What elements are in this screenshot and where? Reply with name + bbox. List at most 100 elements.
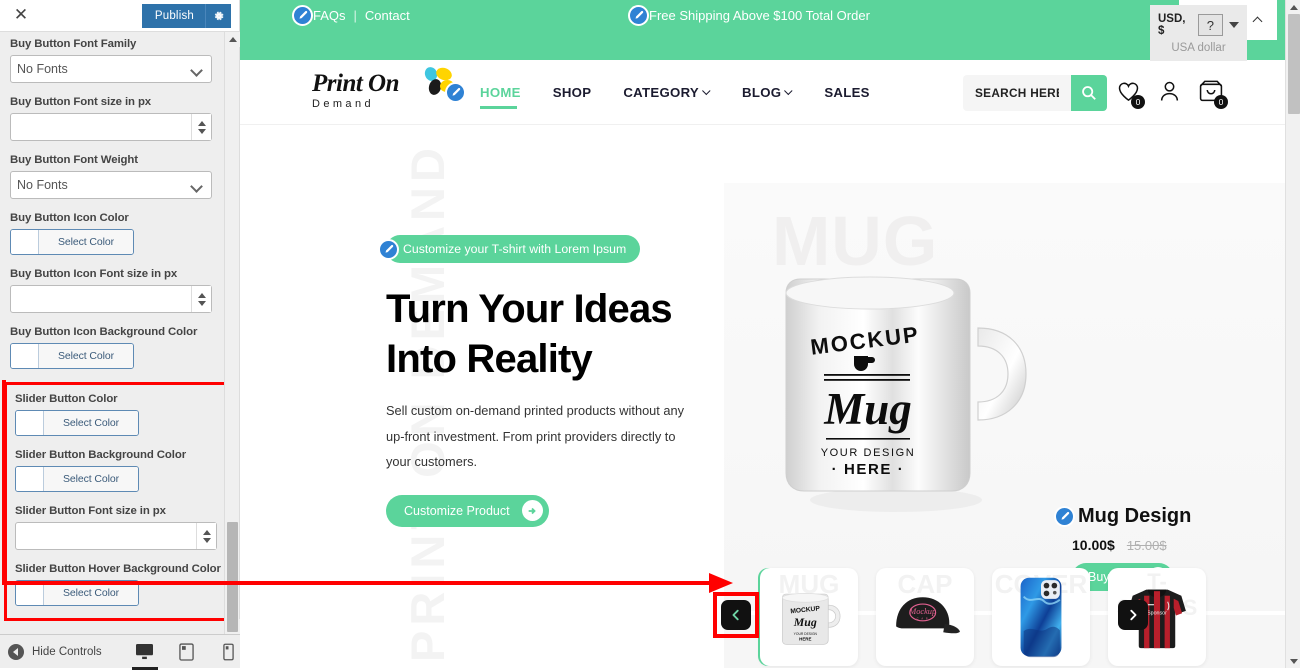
stepper-down-icon[interactable]: [197, 300, 206, 306]
publish-button[interactable]: Publish: [141, 3, 205, 28]
thumbnail-cap[interactable]: CAP Mockup C A P: [876, 568, 974, 666]
scroll-up-arrow-icon[interactable]: [225, 32, 240, 47]
gear-icon[interactable]: [205, 3, 231, 28]
collapse-arrow-icon: [8, 643, 24, 660]
control-buy-button-icon-color: Buy Button Icon Color Select Color: [10, 212, 229, 255]
search-icon[interactable]: [1071, 75, 1107, 111]
customizer-scrollbar[interactable]: [224, 32, 240, 634]
slider-button-color-picker[interactable]: Select Color: [15, 410, 139, 436]
nav-label: CATEGORY: [623, 85, 700, 100]
number-stepper[interactable]: [196, 523, 216, 549]
cart-icon[interactable]: 0: [1199, 80, 1228, 109]
number-stepper[interactable]: [191, 286, 211, 312]
buy-button-icon-color-picker[interactable]: Select Color: [10, 229, 134, 255]
search-input[interactable]: [963, 75, 1071, 111]
stepper-up-icon[interactable]: [197, 120, 206, 126]
scrollbar-thumb[interactable]: [227, 522, 238, 632]
svg-text:Mockup: Mockup: [908, 607, 936, 616]
control-slider-button-hover-background-color: Slider Button Hover Background Color Sel…: [15, 563, 224, 606]
svg-text:YOUR DESIGN: YOUR DESIGN: [794, 632, 818, 636]
contact-link[interactable]: Contact: [365, 8, 410, 23]
slider-prev-button[interactable]: [721, 600, 751, 630]
slider-button-hover-bg-color-picker[interactable]: Select Color: [15, 580, 139, 606]
nav-item-home[interactable]: HOME: [480, 85, 521, 109]
wishlist-icon[interactable]: 0: [1117, 81, 1145, 109]
thumbnail-mug[interactable]: MUG MOCKUP Mug YOUR DESIGN HERE: [760, 568, 858, 666]
stepper-up-icon[interactable]: [202, 529, 211, 535]
nav-item-shop[interactable]: SHOP: [553, 85, 592, 109]
control-label: Slider Button Color: [15, 393, 118, 405]
close-icon[interactable]: ✕: [10, 7, 32, 24]
edit-pencil-icon[interactable]: [445, 82, 466, 103]
nav-item-category[interactable]: CATEGORY: [623, 85, 711, 109]
chevron-down-icon[interactable]: [1229, 22, 1239, 28]
buy-button-font-size-input[interactable]: [10, 113, 212, 141]
hide-controls-button[interactable]: Hide Controls: [8, 643, 102, 660]
nav-label: SALES: [824, 85, 870, 100]
color-swatch: [16, 411, 44, 435]
nav-label: BLOG: [742, 85, 782, 100]
stepper-up-icon[interactable]: [197, 292, 206, 298]
page-scrollbar-thumb[interactable]: [1288, 14, 1300, 114]
mug-thumb-icon: MOCKUP Mug YOUR DESIGN HERE: [781, 592, 841, 645]
wishlist-count: 0: [1131, 94, 1145, 109]
stepper-down-icon[interactable]: [202, 537, 211, 543]
desktop-icon[interactable]: [131, 639, 158, 670]
stepper-down-icon[interactable]: [197, 128, 206, 134]
select-color-button[interactable]: Select Color: [44, 467, 138, 491]
nav-item-sales[interactable]: SALES: [824, 85, 869, 109]
svg-text:C A P: C A P: [917, 616, 929, 620]
hero-tagline-text: Customize your T-shirt with Lorem Ipsum: [403, 242, 627, 256]
topbar-links: FAQs | Contact: [292, 5, 410, 26]
phone-cover-thumb-icon: [1020, 577, 1062, 658]
control-label: Slider Button Hover Background Color: [15, 563, 221, 575]
select-color-button[interactable]: Select Color: [39, 230, 133, 254]
mobile-icon[interactable]: [218, 639, 240, 665]
account-icon[interactable]: [1159, 80, 1180, 107]
page-scroll-up-arrow-icon[interactable]: [1286, 0, 1300, 14]
slider-button-bg-color-picker[interactable]: Select Color: [15, 466, 139, 492]
thumbnail-phone-cover[interactable]: COVER: [992, 568, 1090, 666]
customizer-controls-scroll[interactable]: Buy Button Font Family No Fonts Buy Butt…: [0, 32, 239, 634]
select-color-button[interactable]: Select Color: [39, 344, 133, 368]
number-stepper[interactable]: [191, 114, 211, 140]
price-original: 15.00$: [1126, 538, 1167, 553]
edit-pencil-icon[interactable]: [292, 5, 313, 26]
tablet-icon[interactable]: [176, 639, 198, 665]
control-label: Buy Button Font Weight: [10, 154, 138, 166]
customizer-footer: Hide Controls: [0, 634, 240, 670]
edit-pencil-icon[interactable]: [1054, 506, 1075, 527]
site-top-announcement-bar: FAQs | Contact Free Shipping Above $100 …: [240, 0, 1285, 61]
control-buy-button-font-family: Buy Button Font Family No Fonts: [10, 38, 229, 83]
site-logo[interactable]: Print On Demand: [312, 67, 454, 110]
select-color-button[interactable]: Select Color: [44, 581, 138, 605]
currency-code: USD, $: [1158, 13, 1186, 37]
slider-next-button[interactable]: [1118, 600, 1148, 630]
edit-pencil-icon[interactable]: [628, 5, 649, 26]
price-row: 10.00$ 15.00$: [1072, 537, 1191, 553]
nav-item-blog[interactable]: BLOG: [742, 85, 793, 109]
buy-button-font-family-select[interactable]: No Fonts: [10, 55, 212, 83]
color-swatch: [11, 230, 39, 254]
buy-button-icon-font-size-input[interactable]: [10, 285, 212, 313]
svg-text:HERE: HERE: [799, 637, 811, 642]
buy-button-icon-bg-color-picker[interactable]: Select Color: [10, 343, 134, 369]
broken-image-icon: ?: [1197, 14, 1223, 36]
faqs-link[interactable]: FAQs: [313, 8, 346, 23]
slider-button-font-size-input[interactable]: [15, 522, 217, 550]
control-label: Buy Button Icon Font size in px: [10, 268, 178, 280]
hero-section: PRINT ON DEMAND Customize your T-shirt w…: [240, 125, 1285, 668]
chevron-down-icon: [702, 86, 711, 95]
customize-product-button[interactable]: Customize Product: [386, 494, 549, 527]
buy-button-font-weight-select[interactable]: No Fonts: [10, 171, 212, 199]
control-buy-button-font-weight: Buy Button Font Weight No Fonts: [10, 154, 229, 199]
theme-customizer-panel: ✕ Publish Buy Button Font Family No Font…: [0, 0, 240, 670]
control-buy-button-icon-background-color: Buy Button Icon Background Color Select …: [10, 326, 229, 369]
currency-name: USA dollar: [1171, 42, 1226, 54]
edit-pencil-icon[interactable]: [378, 238, 399, 260]
page-scrollbar[interactable]: [1285, 0, 1300, 668]
site-header: Print On Demand HOME SHOP CATEGORY BLOG …: [240, 60, 1285, 125]
select-color-button[interactable]: Select Color: [44, 411, 138, 435]
page-scroll-down-arrow-icon[interactable]: [1286, 654, 1300, 668]
currency-selector[interactable]: USD, $ ? USA dollar: [1150, 5, 1247, 61]
